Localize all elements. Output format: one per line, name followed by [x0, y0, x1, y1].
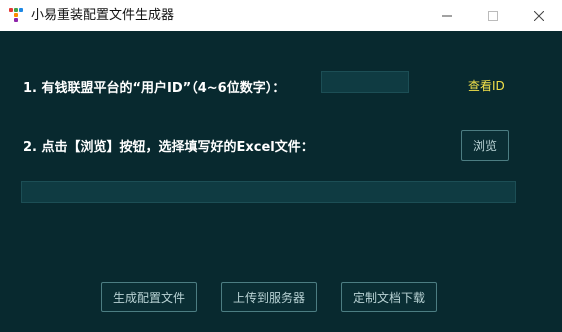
maximize-button[interactable] — [470, 0, 516, 31]
minimize-button[interactable] — [424, 0, 470, 31]
step1-label: 1. 有钱联盟平台的“用户ID”（4~6位数字）： — [23, 81, 286, 96]
minimize-icon — [442, 15, 452, 16]
title-bar: 小易重装配置文件生成器 — [0, 0, 562, 31]
maximize-icon — [488, 10, 498, 21]
close-button[interactable] — [516, 0, 562, 31]
file-path-input[interactable] — [21, 181, 516, 203]
custom-download-button[interactable]: 定制文档下载 — [341, 282, 437, 312]
app-window: 小易重装配置文件生成器 1. 有钱联盟平台的“用户ID”（4~6位数字）： 查看… — [0, 0, 562, 332]
upload-server-button[interactable]: 上传到服务器 — [221, 282, 317, 312]
window-title: 小易重装配置文件生成器 — [31, 8, 175, 23]
user-id-input[interactable] — [321, 71, 409, 93]
main-panel: 1. 有钱联盟平台的“用户ID”（4~6位数字）： 查看ID 2. 点击【浏览】… — [0, 31, 562, 332]
close-icon — [534, 10, 544, 21]
app-icon — [9, 8, 23, 22]
browse-button[interactable]: 浏览 — [461, 130, 509, 161]
step2-label: 2. 点击【浏览】按钮，选择填写好的Excel文件： — [23, 140, 314, 155]
generate-config-button[interactable]: 生成配置文件 — [101, 282, 197, 312]
view-id-link[interactable]: 查看ID — [468, 77, 505, 94]
